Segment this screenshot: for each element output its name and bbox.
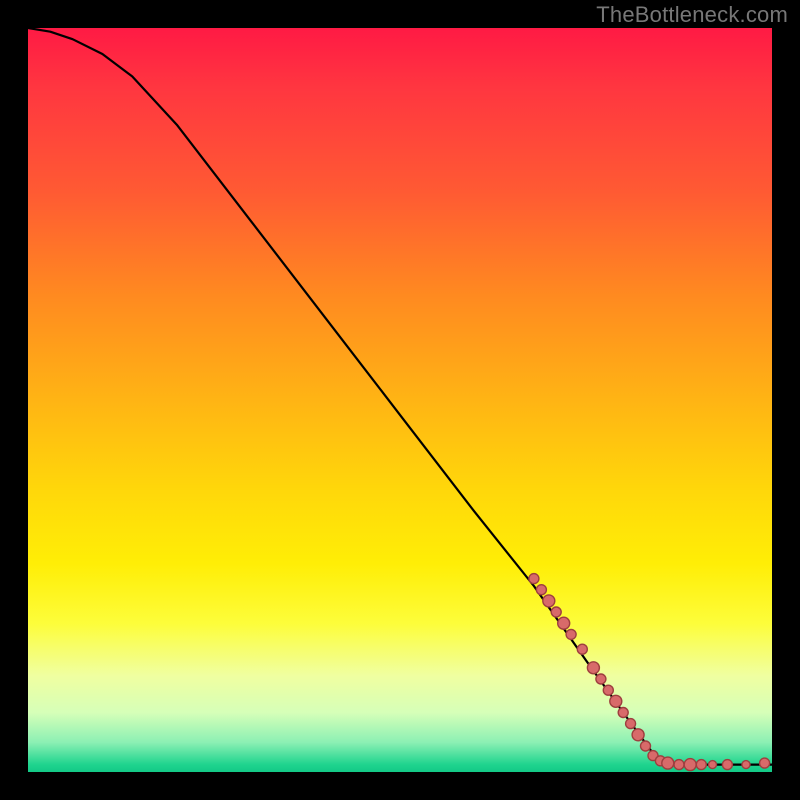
data-marker xyxy=(587,662,599,674)
data-marker xyxy=(558,617,570,629)
data-marker xyxy=(641,741,651,751)
data-marker xyxy=(760,758,770,768)
chart-container: TheBottleneck.com xyxy=(0,0,800,800)
bottleneck-curve xyxy=(28,28,772,765)
data-marker xyxy=(536,585,546,595)
data-marker xyxy=(696,760,706,770)
data-marker xyxy=(674,760,684,770)
data-marker xyxy=(529,574,539,584)
data-marker xyxy=(626,719,636,729)
data-marker xyxy=(596,674,606,684)
data-marker xyxy=(610,695,622,707)
data-marker xyxy=(742,761,750,769)
data-marker xyxy=(543,595,555,607)
data-marker xyxy=(566,629,576,639)
data-marker xyxy=(709,761,717,769)
data-marker xyxy=(603,685,613,695)
plot-overlay xyxy=(28,28,772,772)
data-marker xyxy=(618,708,628,718)
data-marker xyxy=(551,607,561,617)
plot-area xyxy=(28,28,772,772)
data-marker xyxy=(722,760,732,770)
attribution-label: TheBottleneck.com xyxy=(596,2,788,28)
data-marker xyxy=(684,759,696,771)
data-markers xyxy=(529,574,770,771)
data-marker xyxy=(662,757,674,769)
data-marker xyxy=(577,644,587,654)
data-marker xyxy=(632,729,644,741)
